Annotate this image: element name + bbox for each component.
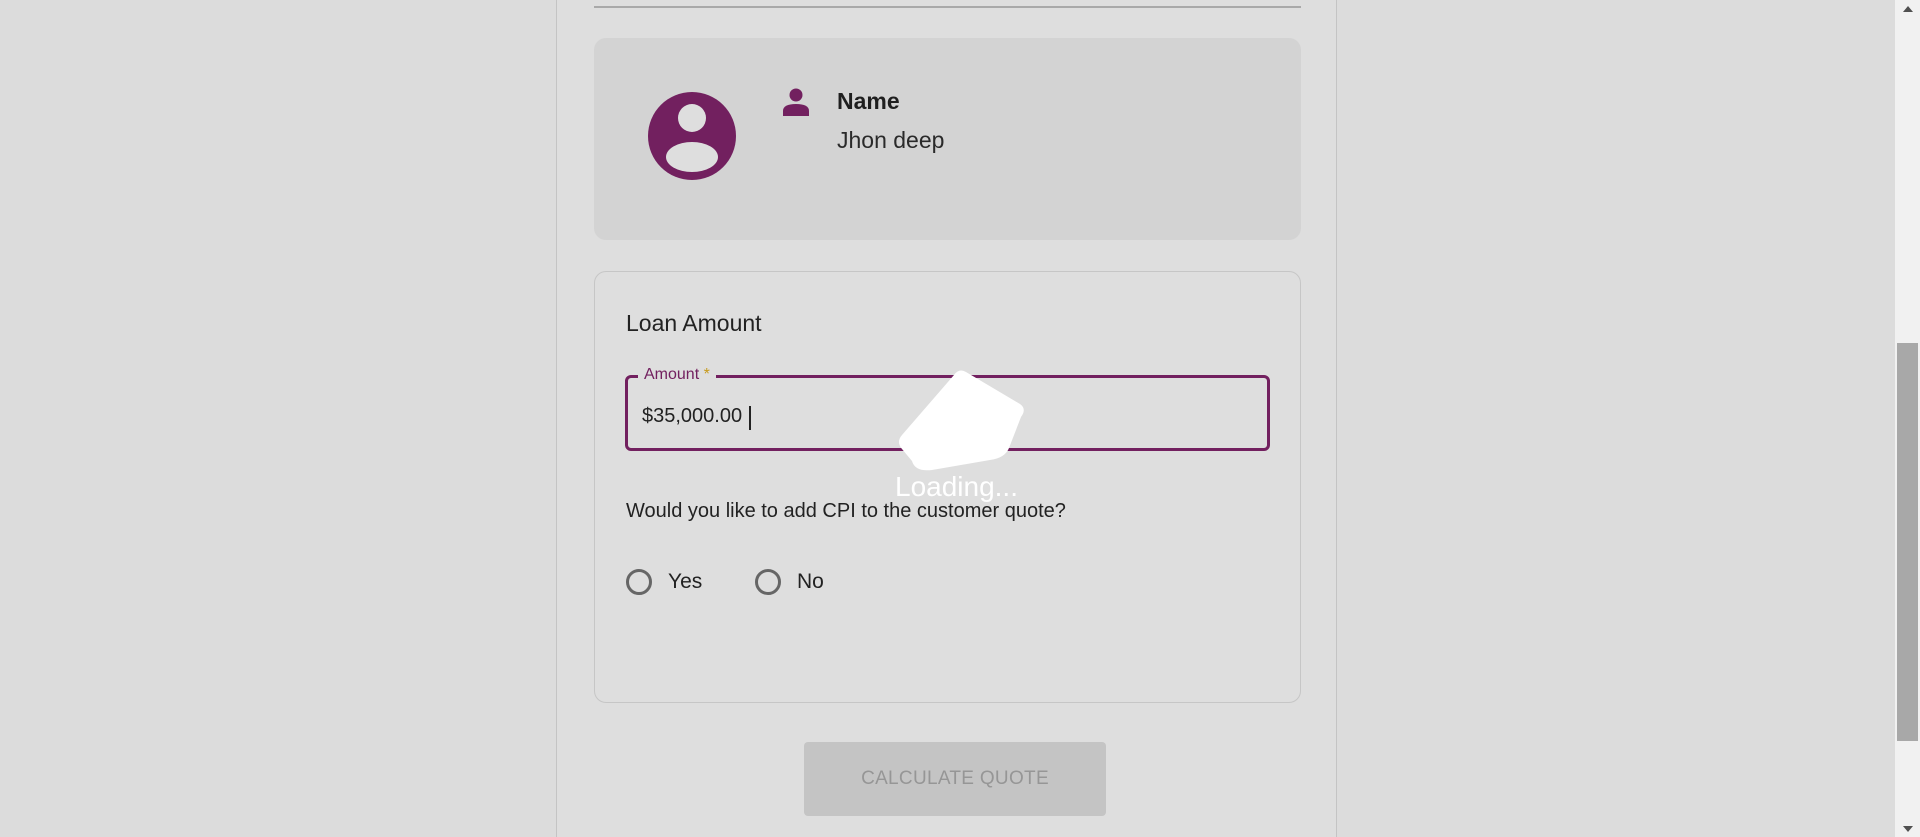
calculate-quote-button[interactable]: CALCULATE QUOTE (804, 742, 1106, 816)
cpi-yes-label: Yes (668, 570, 703, 593)
radio-unchecked-icon[interactable] (755, 569, 781, 595)
account-circle-icon (648, 92, 736, 180)
scrollbar-thumb[interactable] (1897, 343, 1918, 741)
loading-spinner-icon (899, 370, 1024, 471)
radio-unchecked-icon[interactable] (626, 569, 652, 595)
name-label: Name (837, 88, 900, 114)
amount-field-label: Amount * (638, 365, 716, 385)
required-marker: * (703, 366, 710, 383)
scroll-up-arrow-icon[interactable] (1895, 0, 1920, 17)
loan-amount-title: Loan Amount (626, 310, 762, 336)
loading-text: Loading... (895, 471, 1018, 502)
customer-profile-card: Name Jhon deep (594, 38, 1301, 240)
text-caret (749, 406, 751, 430)
loading-overlay: Loading... (890, 365, 1030, 505)
person-icon (783, 88, 809, 116)
section-divider (594, 6, 1301, 8)
vertical-scrollbar[interactable] (1895, 0, 1920, 837)
cpi-no-label: No (797, 570, 824, 593)
scroll-down-arrow-icon[interactable] (1895, 820, 1920, 837)
customer-name: Jhon deep (837, 127, 945, 153)
